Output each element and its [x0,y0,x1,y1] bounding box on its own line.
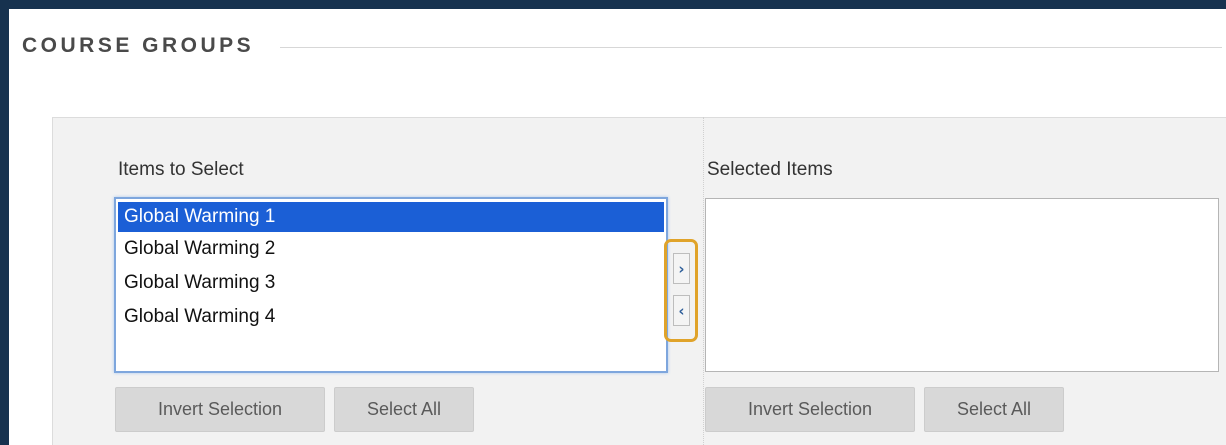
chevron-right-icon: › [678,259,685,278]
remove-from-selected-button[interactable]: ‹ [673,295,690,326]
right-invert-selection-button[interactable]: Invert Selection [705,387,915,432]
left-invert-selection-button[interactable]: Invert Selection [115,387,325,432]
list-item[interactable]: Global Warming 4 [118,300,664,334]
right-select-all-button[interactable]: Select All [924,387,1064,432]
list-item[interactable]: Global Warming 3 [118,266,664,300]
chevron-left-icon: ‹ [678,301,685,320]
items-to-select-list[interactable]: Global Warming 1 Global Warming 2 Global… [114,197,668,373]
list-item[interactable]: Global Warming 2 [118,232,664,266]
add-to-selected-button[interactable]: › [673,253,690,284]
selected-items-list[interactable] [705,198,1219,372]
section-title: COURSE GROUPS [22,34,255,57]
list-item[interactable]: Global Warming 1 [118,202,664,232]
section-divider [280,46,1222,48]
left-select-all-button[interactable]: Select All [334,387,474,432]
section-header: COURSE GROUPS [22,34,1222,58]
panel-divider [703,117,704,445]
move-buttons-highlight: › ‹ [664,239,698,342]
selected-items-label: Selected Items [707,159,833,180]
items-to-select-label: Items to Select [118,159,244,180]
